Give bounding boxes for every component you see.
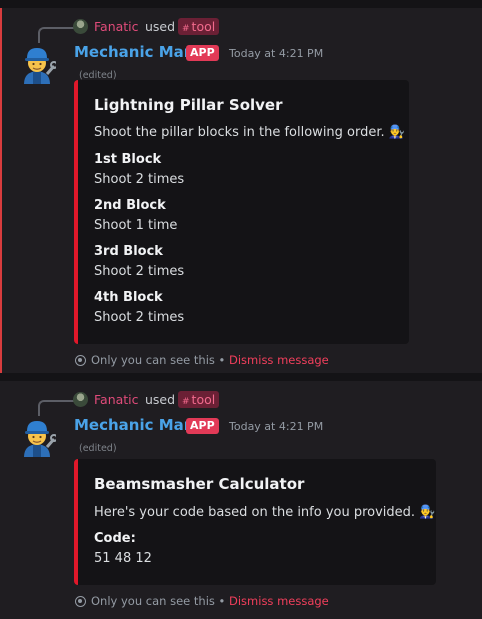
embed-field-value: Shoot 2 times [94,310,185,325]
dismiss-message-link[interactable]: Dismiss message [229,594,329,608]
eye-icon [75,355,86,366]
reply-user-avatar[interactable] [73,392,88,407]
embed-card: Lightning Pillar Solver Shoot the pillar… [74,80,409,344]
embed-title: Lightning Pillar Solver [94,96,283,114]
embed-field-name: Code: [94,531,136,546]
command-name: tool [191,392,216,407]
embed-field-name: 4th Block [94,290,163,305]
eye-icon [75,596,86,607]
message-2: Fanatic used # tool Mechanic Man APP Toda… [0,381,482,619]
mechanic-emoji-icon [24,421,58,457]
command-mention[interactable]: # tool [178,391,220,408]
embed-field-value: Shoot 2 times [94,264,185,279]
reply-used-text: used [145,392,176,407]
edited-label: (edited) [79,443,117,454]
embed-card: Beamsmasher Calculator Here's your code … [74,459,436,585]
message-separator [0,373,482,381]
ephemeral-bullet: • [214,353,229,367]
message-timestamp[interactable]: Today at 4:21 PM [229,47,323,60]
embed-field-name: 2nd Block [94,198,166,213]
message-timestamp[interactable]: Today at 4:21 PM [229,420,323,433]
slash-command-icon: # [182,24,189,34]
app-badge: APP [186,45,219,61]
embed-field-value: 51 48 12 [94,551,152,566]
embed-description: Here's your code based on the info you p… [94,505,436,520]
embed-field-value: Shoot 1 time [94,218,178,233]
mechanic-avatar[interactable] [18,417,58,457]
ephemeral-text: Only you can see this [91,594,215,608]
reply-used-text: used [145,19,176,34]
author-name[interactable]: Mechanic Man [74,43,194,61]
app-badge: APP [186,418,219,434]
ephemeral-text: Only you can see this [91,353,215,367]
ephemeral-notice: Only you can see this • Dismiss message [75,594,329,610]
message-1: Fanatic used # tool Mechanic Man APP Toda… [0,8,482,373]
top-separator [0,0,482,8]
mechanic-avatar[interactable] [18,44,58,84]
slash-command-icon: # [182,397,189,407]
mechanic-emoji-icon [24,48,58,84]
ephemeral-bullet: • [214,594,229,608]
embed-field-name: 3rd Block [94,244,163,259]
message-highlight-bar [0,8,2,373]
reply-username[interactable]: Fanatic [94,19,139,34]
embed-field-value: Shoot 2 times [94,172,185,187]
embed-description: Shoot the pillar blocks in the following… [94,125,405,140]
reply-user-avatar[interactable] [73,19,88,34]
embed-field-name: 1st Block [94,152,162,167]
ephemeral-notice: Only you can see this • Dismiss message [75,353,329,369]
command-name: tool [191,19,216,34]
author-name[interactable]: Mechanic Man [74,416,194,434]
embed-title: Beamsmasher Calculator [94,475,305,493]
dismiss-message-link[interactable]: Dismiss message [229,353,329,367]
reply-username[interactable]: Fanatic [94,392,139,407]
command-reply-header: Fanatic used # tool [20,17,320,43]
command-mention[interactable]: # tool [178,18,220,35]
command-reply-header: Fanatic used # tool [20,390,320,416]
